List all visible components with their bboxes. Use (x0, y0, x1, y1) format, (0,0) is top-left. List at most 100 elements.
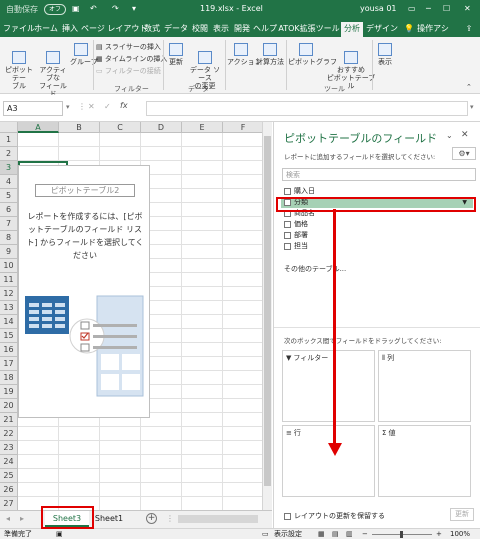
row-header[interactable]: 4 (0, 175, 18, 189)
expand-formula-bar-icon[interactable]: ▾ (470, 103, 474, 111)
tell-me-box[interactable]: 操作アシ (416, 22, 450, 37)
column-header[interactable]: F (223, 122, 264, 133)
column-header[interactable]: D (141, 122, 182, 133)
row-header[interactable]: 3 (0, 161, 18, 175)
pivottable-placeholder[interactable]: ピボットテーブル2 レポートを作成するには、[ピボットテーブルのフィールド リス… (18, 165, 150, 418)
row-header[interactable]: 10 (0, 259, 18, 273)
show-button[interactable]: 表示 (374, 43, 396, 66)
tab-analyze[interactable]: 分析 (341, 22, 363, 37)
tab-data[interactable]: データ (163, 22, 189, 37)
ribbon-options-icon[interactable]: ▭ (408, 4, 416, 13)
scroll-tabs-left-icon[interactable]: ◂ (6, 514, 10, 523)
row-header[interactable]: 2 (0, 147, 18, 161)
page-break-view-icon[interactable]: ▥ (346, 529, 353, 539)
tools-gear-icon[interactable]: ⚙▾ (452, 147, 476, 160)
display-settings[interactable]: 表示設定 (274, 529, 302, 539)
field-checkbox[interactable] (284, 220, 291, 228)
field-item[interactable]: 購入日 (284, 186, 474, 197)
pane-close-icon[interactable]: ✕ (461, 130, 469, 140)
row-header[interactable]: 18 (0, 371, 18, 385)
horizontal-scrollbar[interactable] (178, 515, 258, 523)
redo-icon[interactable]: ↷ (112, 4, 119, 13)
row-header[interactable]: 7 (0, 217, 18, 231)
minimize-icon[interactable]: ─ (426, 4, 431, 13)
row-header[interactable]: 15 (0, 329, 18, 343)
column-header[interactable]: A (18, 122, 59, 133)
row-header[interactable]: 21 (0, 413, 18, 427)
row-header[interactable]: 12 (0, 287, 18, 301)
pane-options-icon[interactable]: ⌄ (446, 131, 453, 140)
rows-area[interactable]: ≡ 行 (282, 425, 375, 497)
zoom-in-icon[interactable]: + (436, 529, 442, 539)
row-header[interactable]: 25 (0, 469, 18, 483)
tab-review[interactable]: 校閲 (190, 22, 210, 37)
row-header[interactable]: 20 (0, 399, 18, 413)
refresh-button[interactable]: 更新 (166, 43, 186, 66)
macro-record-icon[interactable]: ▣ (56, 529, 63, 539)
enter-icon[interactable]: ✓ (104, 102, 111, 111)
insert-function-icon[interactable]: fx (120, 101, 128, 110)
tab-view[interactable]: 表示 (211, 22, 231, 37)
values-area[interactable]: Σ値 (378, 425, 471, 497)
row-header[interactable]: 24 (0, 455, 18, 469)
group-button[interactable]: グループ (70, 43, 98, 66)
calculations-button[interactable]: 計算方法 (256, 43, 284, 66)
save-icon[interactable]: ▣ (72, 4, 80, 13)
tab-help[interactable]: ヘルプ (253, 22, 277, 37)
field-checkbox[interactable] (284, 242, 291, 250)
row-header[interactable]: 14 (0, 315, 18, 329)
tab-design[interactable]: デザイン (366, 22, 398, 37)
columns-area[interactable]: ⦀ 列 (378, 350, 471, 422)
vertical-scrollbar[interactable] (262, 122, 272, 510)
field-item[interactable]: 部署 (284, 230, 474, 241)
display-settings-icon[interactable]: ▭ (262, 529, 269, 539)
row-header[interactable]: 6 (0, 203, 18, 217)
column-header[interactable]: E (182, 122, 223, 133)
name-box[interactable]: A3 (3, 101, 63, 116)
lightbulb-icon[interactable]: 💡 (403, 22, 415, 37)
row-header[interactable]: 26 (0, 483, 18, 497)
defer-layout-option[interactable]: レイアウトの更新を保留する (284, 511, 385, 521)
update-button[interactable]: 更新 (450, 508, 474, 521)
sheet-tab-sheet1[interactable]: Sheet1 (91, 511, 127, 527)
row-header[interactable]: 17 (0, 357, 18, 371)
more-tables-link[interactable]: その他のテーブル... (284, 264, 346, 274)
customize-toolbar-icon[interactable]: ▾ (132, 4, 136, 13)
column-header[interactable]: C (100, 122, 141, 133)
tab-page-layout[interactable]: ページ レイアウト (81, 22, 147, 37)
tab-insert[interactable]: 挿入 (60, 22, 80, 37)
zoom-slider-thumb[interactable] (400, 531, 403, 538)
undo-icon[interactable]: ↶ (90, 4, 97, 13)
user-name[interactable]: yousa 01 (360, 4, 397, 13)
select-all-corner[interactable] (0, 122, 18, 133)
scrollbar-thumb[interactable] (264, 136, 271, 486)
row-header[interactable]: 9 (0, 245, 18, 259)
field-checkbox[interactable] (284, 187, 291, 195)
column-header[interactable]: B (59, 122, 100, 133)
row-header[interactable]: 5 (0, 189, 18, 203)
row-header[interactable]: 8 (0, 231, 18, 245)
row-header[interactable]: 27 (0, 497, 18, 511)
defer-layout-checkbox[interactable] (284, 512, 291, 520)
field-item[interactable]: 価格 (284, 219, 474, 230)
share-icon[interactable]: ⇪ (462, 22, 476, 37)
tab-formulas[interactable]: 数式 (142, 22, 162, 37)
autosave-toggle[interactable]: オフ (44, 4, 66, 15)
field-checkbox[interactable] (284, 231, 291, 239)
collapse-ribbon-icon[interactable]: ⌃ (466, 83, 472, 91)
pivottable-button[interactable]: ピボットテー ブル (2, 43, 36, 90)
maximize-icon[interactable]: ☐ (443, 4, 450, 13)
row-header[interactable]: 11 (0, 273, 18, 287)
insert-slicer-button[interactable]: ▤ スライサーの挿入 (96, 42, 161, 52)
tab-home[interactable]: ホーム (33, 22, 59, 37)
recommended-pivottables-button[interactable]: おすすめ ピボットテーブル (326, 43, 376, 90)
cancel-icon[interactable]: ✕ (88, 102, 95, 111)
row-header[interactable]: 1 (0, 133, 18, 147)
row-header[interactable]: 23 (0, 441, 18, 455)
zoom-level[interactable]: 100% (450, 529, 470, 539)
more-options-icon[interactable]: ⋮ (78, 102, 86, 111)
field-item[interactable]: 担当 (284, 241, 474, 252)
field-search-input[interactable]: 検索 (282, 168, 476, 181)
row-header[interactable]: 22 (0, 427, 18, 441)
row-header[interactable]: 16 (0, 343, 18, 357)
